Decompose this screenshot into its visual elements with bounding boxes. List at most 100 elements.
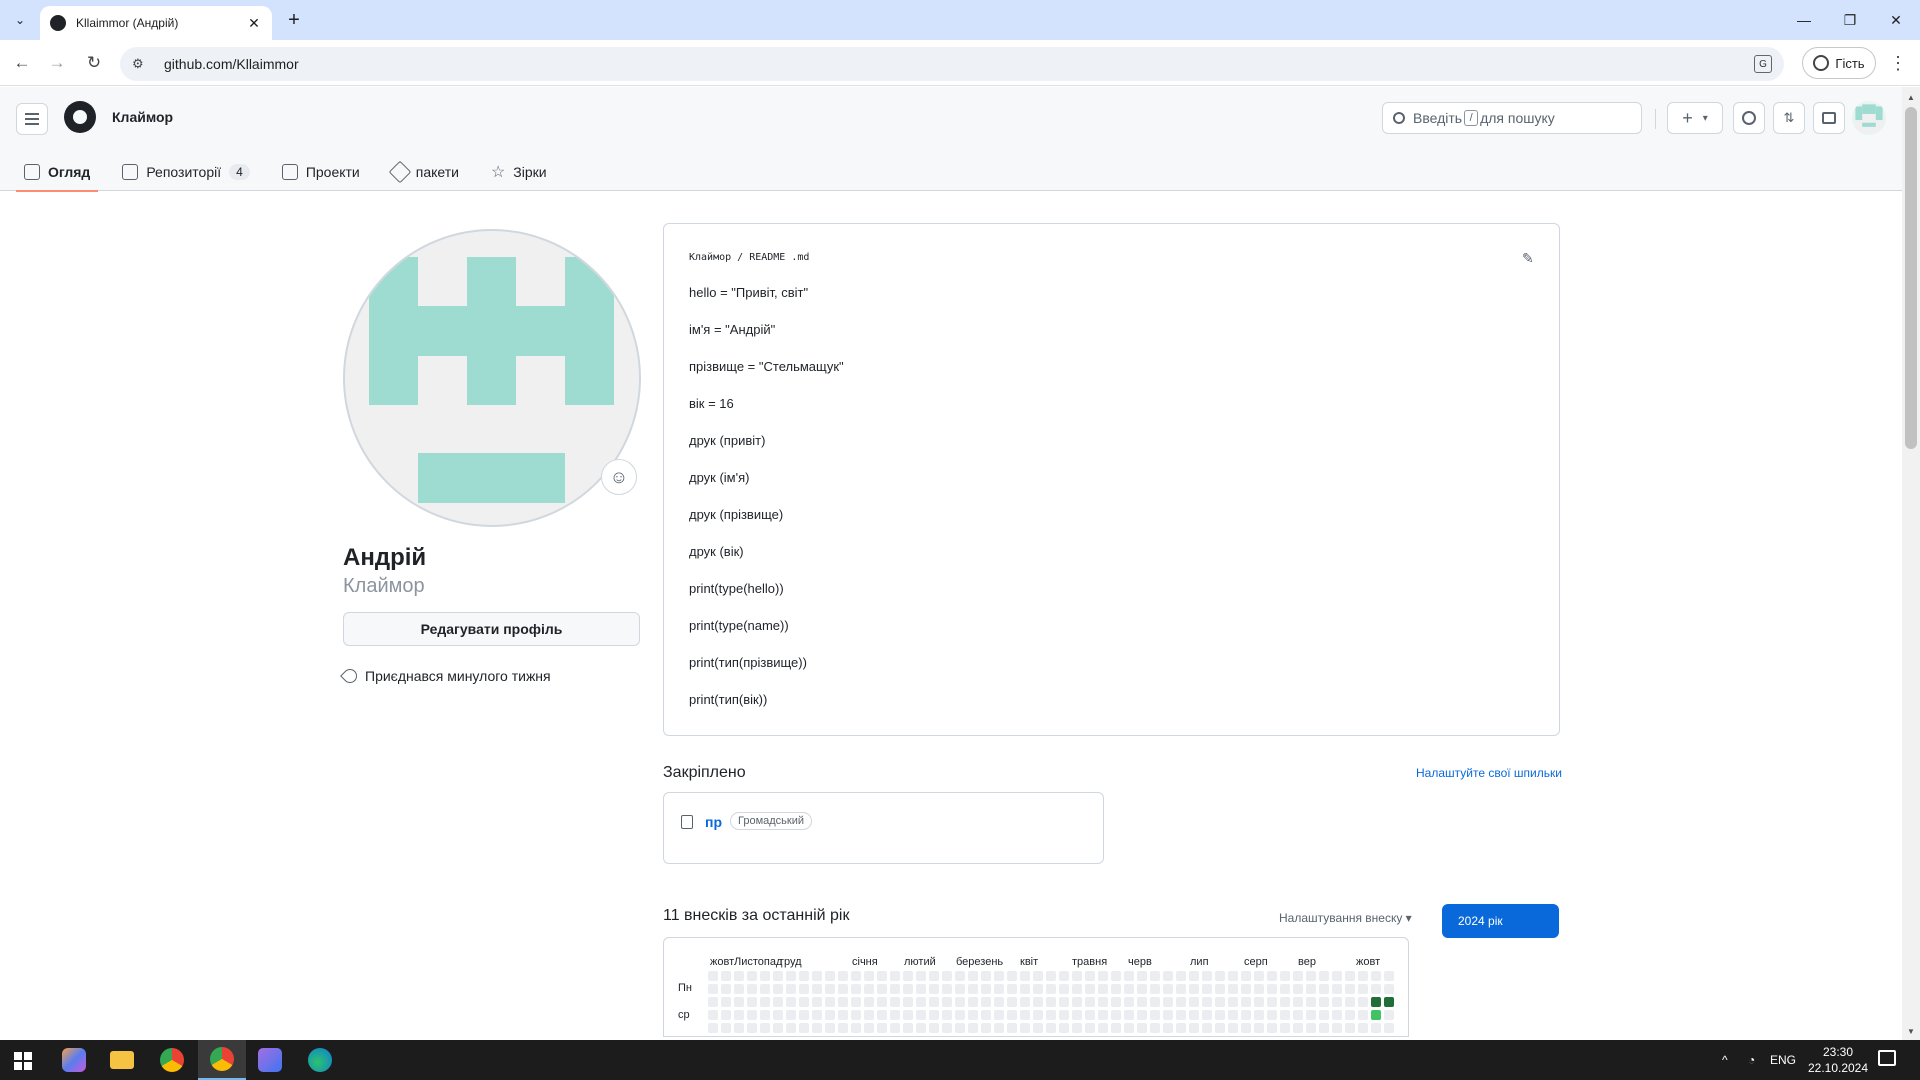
contribution-day-cell[interactable] xyxy=(1124,1023,1134,1033)
github-logo-icon[interactable] xyxy=(64,101,96,133)
contribution-day-cell[interactable] xyxy=(1163,1010,1173,1020)
contribution-day-cell[interactable] xyxy=(994,1023,1004,1033)
new-tab-button[interactable]: + xyxy=(282,8,306,32)
contribution-day-cell[interactable] xyxy=(1384,1010,1394,1020)
contribution-day-cell[interactable] xyxy=(1059,997,1069,1007)
contribution-day-cell[interactable] xyxy=(1176,1036,1186,1037)
contribution-day-cell[interactable] xyxy=(1228,971,1238,981)
contribution-day-cell[interactable] xyxy=(1306,1023,1316,1033)
contribution-day-cell[interactable] xyxy=(851,997,861,1007)
contribution-day-cell[interactable] xyxy=(877,997,887,1007)
contribution-day-cell[interactable] xyxy=(1046,1023,1056,1033)
contribution-day-cell[interactable] xyxy=(1150,1010,1160,1020)
contribution-day-cell[interactable] xyxy=(1280,1010,1290,1020)
contribution-day-cell[interactable] xyxy=(955,997,965,1007)
contribution-day-cell[interactable] xyxy=(916,984,926,994)
contribution-day-cell[interactable] xyxy=(786,1023,796,1033)
contribution-day-cell[interactable] xyxy=(825,1010,835,1020)
translate-icon[interactable]: G xyxy=(1754,55,1772,73)
contribution-day-cell[interactable] xyxy=(1098,997,1108,1007)
contribution-day-cell[interactable] xyxy=(1345,997,1355,1007)
customize-pins-link[interactable]: Налаштуйте свої шпильки xyxy=(1416,766,1562,780)
site-info-icon[interactable]: ⚙ xyxy=(132,56,150,72)
file-explorer-app[interactable] xyxy=(98,1040,146,1080)
contribution-day-cell[interactable] xyxy=(1137,1023,1147,1033)
contribution-day-cell[interactable] xyxy=(1137,1010,1147,1020)
pencil-icon[interactable]: ✎ xyxy=(1522,250,1538,266)
contribution-day-cell[interactable] xyxy=(1085,1023,1095,1033)
contribution-day-cell[interactable] xyxy=(1163,1023,1173,1033)
contribution-day-cell[interactable] xyxy=(1111,1023,1121,1033)
contribution-day-cell[interactable] xyxy=(1241,1010,1251,1020)
browser-menu-button[interactable]: ⋮ xyxy=(1888,51,1908,75)
contribution-day-cell[interactable] xyxy=(773,1036,783,1037)
contribution-day-cell[interactable] xyxy=(955,984,965,994)
contribution-day-cell[interactable] xyxy=(1358,984,1368,994)
contribution-day-cell[interactable] xyxy=(747,1010,757,1020)
contribution-day-cell[interactable] xyxy=(825,1023,835,1033)
contribution-day-cell[interactable] xyxy=(916,1023,926,1033)
tab-overview[interactable]: Огляд xyxy=(16,153,99,192)
contribution-day-cell[interactable] xyxy=(838,1036,848,1037)
contribution-day-cell[interactable] xyxy=(799,984,809,994)
contribution-day-cell[interactable] xyxy=(838,971,848,981)
contribution-day-cell[interactable] xyxy=(812,984,822,994)
contribution-day-cell[interactable] xyxy=(1358,971,1368,981)
contribution-day-cell[interactable] xyxy=(864,997,874,1007)
contribution-day-cell[interactable] xyxy=(1319,984,1329,994)
contribution-day-cell[interactable] xyxy=(929,1023,939,1033)
issues-button[interactable] xyxy=(1733,102,1765,134)
contribution-day-cell[interactable] xyxy=(929,984,939,994)
contribution-day-cell[interactable] xyxy=(760,1036,770,1037)
contribution-day-cell[interactable] xyxy=(838,1023,848,1033)
contribution-day-cell[interactable] xyxy=(890,1010,900,1020)
contribution-day-cell[interactable] xyxy=(760,984,770,994)
contribution-day-cell[interactable] xyxy=(799,1036,809,1037)
contribution-day-cell[interactable] xyxy=(760,971,770,981)
tab-search-button[interactable]: ⌄ xyxy=(8,8,32,32)
set-status-emoji-button[interactable]: ☺ xyxy=(601,459,637,495)
chrome-app-active[interactable] xyxy=(198,1040,246,1080)
contribution-day-cell[interactable] xyxy=(1150,971,1160,981)
contribution-day-cell[interactable] xyxy=(786,1036,796,1037)
contribution-day-cell[interactable] xyxy=(1267,1036,1277,1037)
contribution-day-cell[interactable] xyxy=(721,997,731,1007)
contribution-day-cell[interactable] xyxy=(1046,1010,1056,1020)
tab-repositories[interactable]: Репозиторії 4 xyxy=(114,153,257,191)
contribution-day-cell[interactable] xyxy=(838,997,848,1007)
contribution-day-cell[interactable] xyxy=(812,1023,822,1033)
contribution-day-cell[interactable] xyxy=(1202,1010,1212,1020)
page-scrollbar[interactable]: ▲ ▼ xyxy=(1902,87,1920,1040)
header-username[interactable]: Клаймор xyxy=(112,109,173,125)
contribution-day-cell[interactable] xyxy=(773,984,783,994)
contribution-day-cell[interactable] xyxy=(929,1036,939,1037)
contribution-day-cell[interactable] xyxy=(864,971,874,981)
wifi-icon[interactable]: ◔ xyxy=(1748,1040,1755,1080)
contribution-day-cell[interactable] xyxy=(1202,984,1212,994)
contribution-day-cell[interactable] xyxy=(1098,1010,1108,1020)
contribution-day-cell[interactable] xyxy=(864,1023,874,1033)
contribution-day-cell[interactable] xyxy=(851,1023,861,1033)
contribution-day-cell[interactable] xyxy=(786,984,796,994)
contribution-day-cell[interactable] xyxy=(1098,1036,1108,1037)
contribution-day-cell[interactable] xyxy=(1033,1023,1043,1033)
contribution-day-cell[interactable] xyxy=(1176,1010,1186,1020)
contribution-day-cell[interactable] xyxy=(1150,984,1160,994)
contribution-day-cell[interactable] xyxy=(1371,1010,1381,1020)
contribution-day-cell[interactable] xyxy=(903,997,913,1007)
contribution-day-cell[interactable] xyxy=(1189,1010,1199,1020)
pull-requests-button[interactable]: ⇅ xyxy=(1773,102,1805,134)
contribution-day-cell[interactable] xyxy=(825,971,835,981)
contribution-day-cell[interactable] xyxy=(1371,984,1381,994)
contribution-day-cell[interactable] xyxy=(1215,1010,1225,1020)
contribution-day-cell[interactable] xyxy=(1319,1023,1329,1033)
contribution-day-cell[interactable] xyxy=(877,1036,887,1037)
contribution-day-cell[interactable] xyxy=(1111,984,1121,994)
contribution-day-cell[interactable] xyxy=(1384,984,1394,994)
contribution-day-cell[interactable] xyxy=(825,984,835,994)
contribution-day-cell[interactable] xyxy=(1254,971,1264,981)
contribution-day-cell[interactable] xyxy=(1293,1036,1303,1037)
contribution-day-cell[interactable] xyxy=(1267,971,1277,981)
contribution-day-cell[interactable] xyxy=(1371,971,1381,981)
contribution-day-cell[interactable] xyxy=(877,1010,887,1020)
